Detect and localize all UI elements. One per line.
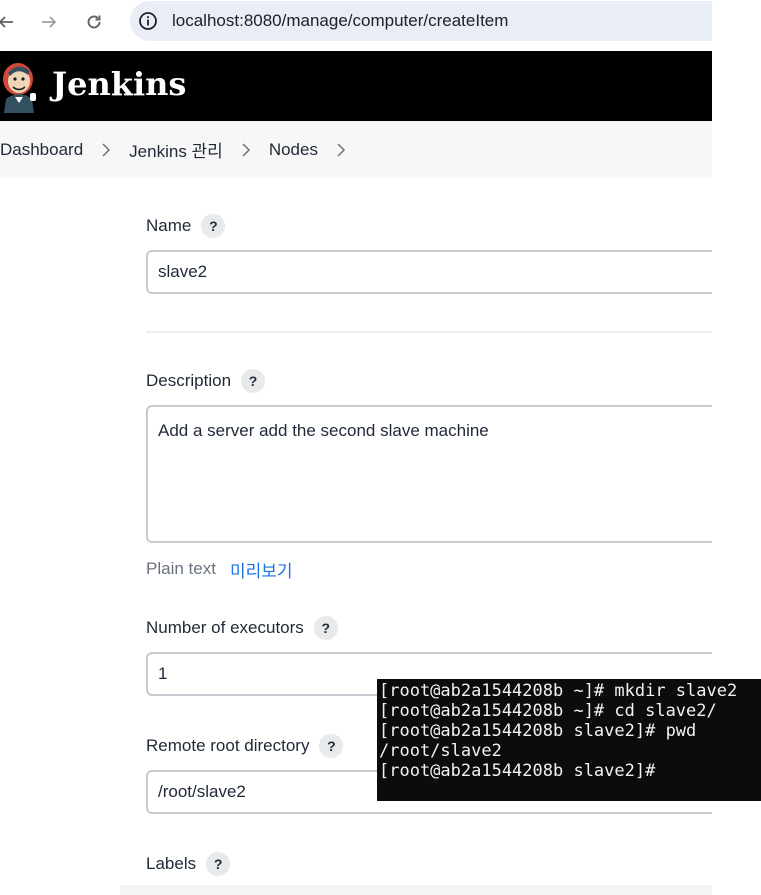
site-info-icon[interactable]: [138, 11, 158, 31]
forward-button[interactable]: [35, 8, 63, 36]
breadcrumb-nodes[interactable]: Nodes: [269, 140, 318, 160]
description-label: Description ?: [146, 369, 266, 393]
help-icon[interactable]: ?: [201, 214, 226, 238]
terminal-line: [root@ab2a1544208b ~]# mkdir slave2: [379, 681, 738, 701]
breadcrumb-dashboard[interactable]: Dashboard: [0, 140, 83, 160]
help-icon[interactable]: ?: [313, 616, 338, 640]
executors-label: Number of executors ?: [146, 616, 338, 640]
breadcrumb: Dashboard Jenkins 관리 Nodes: [0, 121, 712, 178]
name-label: Name ?: [146, 214, 226, 238]
url-text: localhost:8080/manage/computer/createIte…: [172, 11, 509, 30]
arrow-left-icon: [0, 16, 13, 28]
divider: [146, 331, 712, 333]
chevron-right-icon: [101, 142, 111, 157]
plain-text-label: Plain text: [146, 559, 216, 578]
name-input[interactable]: slave2: [146, 250, 726, 294]
reload-icon: [87, 15, 101, 29]
back-button[interactable]: [0, 8, 20, 36]
jenkins-title[interactable]: Jenkins: [52, 65, 186, 103]
terminal-line: [root@ab2a1544208b slave2]# pwd: [379, 721, 697, 741]
reload-button[interactable]: [80, 8, 108, 36]
terminal-window: [root@ab2a1544208b ~]# mkdir slave2 [roo…: [377, 679, 761, 801]
description-textarea[interactable]: Add a server add the second slave machin…: [146, 405, 726, 543]
help-icon[interactable]: ?: [319, 734, 344, 758]
breadcrumb-manage[interactable]: Jenkins 관리: [129, 137, 223, 162]
help-icon[interactable]: ?: [206, 852, 231, 876]
labels-input-edge[interactable]: [120, 885, 712, 895]
remote-root-label: Remote root directory ?: [146, 734, 344, 758]
chevron-right-icon: [241, 142, 251, 157]
jenkins-header: Jenkins: [0, 51, 712, 121]
labels-label: Labels ?: [146, 852, 231, 876]
chevron-right-icon[interactable]: [336, 142, 346, 157]
arrow-right-icon: [42, 16, 57, 28]
terminal-line: [root@ab2a1544208b slave2]#: [379, 761, 656, 781]
terminal-line: /root/slave2: [379, 741, 502, 761]
preview-link[interactable]: 미리보기: [230, 557, 293, 582]
terminal-line: [root@ab2a1544208b ~]# cd slave2/: [379, 701, 717, 721]
browser-toolbar: localhost:8080/manage/computer/createIte…: [0, 0, 730, 44]
address-bar[interactable]: localhost:8080/manage/computer/createIte…: [130, 1, 730, 41]
help-icon[interactable]: ?: [241, 369, 266, 393]
jenkins-logo-icon[interactable]: [0, 59, 42, 113]
